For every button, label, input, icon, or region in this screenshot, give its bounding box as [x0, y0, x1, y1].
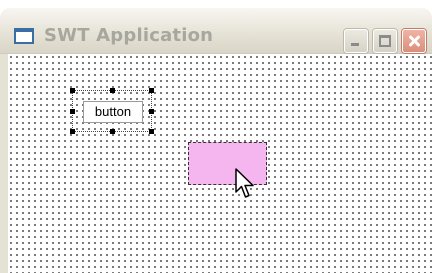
minimize-button[interactable] — [344, 29, 368, 53]
resize-handle-bottom-right[interactable] — [149, 129, 154, 134]
application-window-icon — [14, 28, 34, 44]
window-left-border — [0, 54, 8, 273]
resize-handle-middle-right[interactable] — [149, 109, 154, 114]
resize-handle-top-right[interactable] — [149, 88, 154, 93]
resize-handle-top-middle[interactable] — [110, 88, 115, 93]
resize-handle-bottom-left[interactable] — [70, 129, 75, 134]
swt-application-window: SWT Application button — [0, 0, 432, 273]
close-button[interactable] — [402, 29, 426, 53]
resize-handle-top-left[interactable] — [70, 88, 75, 93]
minimize-icon — [350, 35, 362, 47]
button-widget-face[interactable]: button — [83, 101, 143, 123]
window-title: SWT Application — [44, 25, 214, 46]
arrow-cursor-icon — [235, 168, 254, 198]
resize-handle-middle-left[interactable] — [70, 109, 75, 114]
title-bar[interactable]: SWT Application — [0, 8, 432, 54]
resize-handle-bottom-middle[interactable] — [110, 129, 115, 134]
close-icon — [408, 35, 420, 47]
maximize-button[interactable] — [373, 29, 397, 53]
selected-button-widget[interactable]: button — [70, 88, 154, 134]
maximize-icon — [379, 35, 391, 47]
